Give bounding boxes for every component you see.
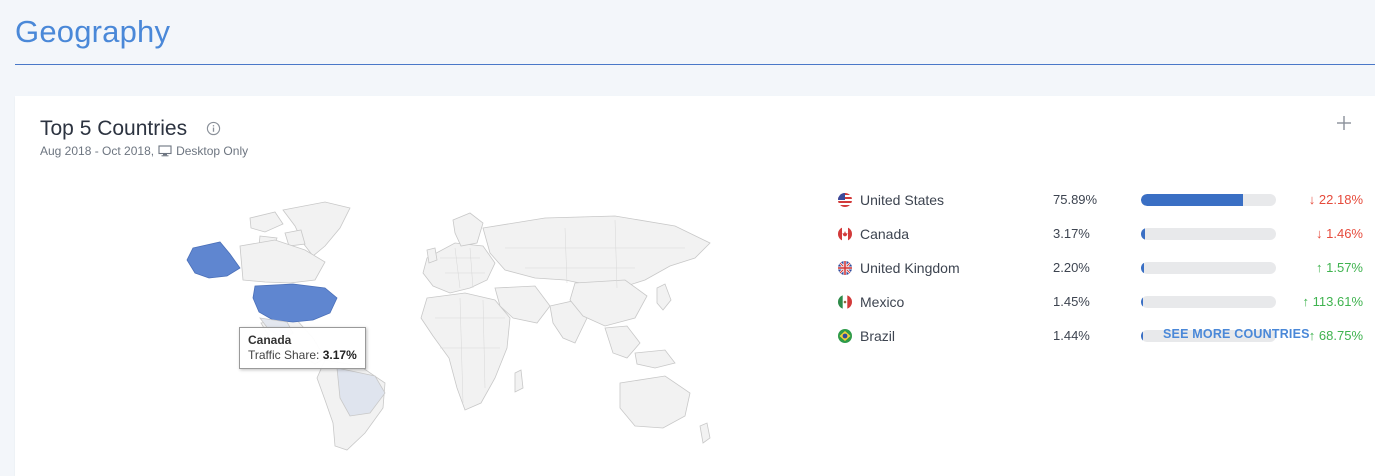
share-bar-fill bbox=[1141, 228, 1146, 240]
country-name[interactable]: United States bbox=[860, 192, 944, 208]
share-bar bbox=[1141, 194, 1276, 206]
russia-asia-shape bbox=[482, 215, 711, 289]
australia-shape bbox=[619, 375, 691, 429]
map-tooltip: Canada Traffic Share: 3.17% bbox=[239, 327, 366, 369]
brazil-flag-icon bbox=[838, 329, 852, 343]
usa-shape bbox=[252, 283, 338, 323]
tooltip-label: Traffic Share: bbox=[248, 348, 320, 362]
card-subtitle: Aug 2018 - Oct 2018, Desktop Only bbox=[40, 144, 248, 158]
traffic-share: 75.89% bbox=[1053, 192, 1098, 207]
country-name[interactable]: Canada bbox=[860, 226, 909, 242]
world-map[interactable] bbox=[165, 188, 715, 458]
tooltip-value: 3.17% bbox=[322, 348, 357, 362]
top-countries-card: Top 5 Countries Aug 2018 - Oct 2018, Des… bbox=[15, 96, 1375, 476]
share-bar bbox=[1141, 228, 1276, 240]
madagascar-shape bbox=[514, 369, 524, 393]
canada-flag-icon bbox=[838, 227, 852, 241]
africa-shape bbox=[420, 292, 511, 411]
device-filter: Desktop Only bbox=[176, 144, 249, 158]
country-row[interactable]: Mexico 1.45% ↑ 113.61% bbox=[823, 290, 1363, 324]
share-bar bbox=[1141, 262, 1276, 274]
share-bar-fill bbox=[1141, 262, 1144, 274]
us-flag-icon bbox=[838, 193, 852, 207]
country-row[interactable]: United Kingdom 2.20% ↑ 1.57% bbox=[823, 256, 1363, 290]
change-value: ↑ 68.75% bbox=[1308, 328, 1363, 343]
canada-shape bbox=[186, 241, 241, 279]
southeast-asia-shape bbox=[604, 325, 676, 369]
traffic-share: 2.20% bbox=[1053, 260, 1090, 275]
country-name[interactable]: United Kingdom bbox=[860, 260, 960, 276]
traffic-share: 1.45% bbox=[1053, 294, 1090, 309]
japan-shape bbox=[656, 283, 672, 311]
share-bar-fill bbox=[1141, 330, 1143, 342]
tooltip-traffic-share: Traffic Share: 3.17% bbox=[248, 348, 357, 363]
change-value: ↓ 22.18% bbox=[1308, 192, 1363, 207]
uk-shape bbox=[426, 247, 438, 264]
country-name[interactable]: Brazil bbox=[860, 328, 895, 344]
page-header: Geography bbox=[15, 0, 1375, 65]
add-button[interactable] bbox=[1335, 114, 1353, 132]
share-bar-fill bbox=[1141, 194, 1244, 206]
page-title: Geography bbox=[15, 14, 171, 49]
uk-flag-icon bbox=[838, 261, 852, 275]
country-row[interactable]: United States 75.89% ↓ 22.18% bbox=[823, 188, 1363, 222]
mexico-flag-icon bbox=[838, 295, 852, 309]
country-row[interactable]: Canada 3.17% ↓ 1.46% bbox=[823, 222, 1363, 256]
date-range: Aug 2018 - Oct 2018, bbox=[40, 144, 155, 158]
country-name[interactable]: Mexico bbox=[860, 294, 904, 310]
desktop-icon bbox=[158, 145, 172, 157]
share-bar bbox=[1141, 296, 1276, 308]
info-icon[interactable] bbox=[206, 121, 221, 136]
tooltip-country: Canada bbox=[248, 333, 292, 347]
share-bar-fill bbox=[1141, 296, 1143, 308]
change-value: ↑ 113.61% bbox=[1302, 294, 1363, 309]
traffic-share: 3.17% bbox=[1053, 226, 1090, 241]
traffic-share: 1.44% bbox=[1053, 328, 1090, 343]
scandinavia-shape bbox=[452, 212, 484, 247]
new-zealand-shape bbox=[699, 422, 711, 444]
see-more-countries-link[interactable]: SEE MORE COUNTRIES bbox=[1163, 327, 1310, 341]
card-title: Top 5 Countries bbox=[40, 117, 188, 140]
change-value: ↑ 1.57% bbox=[1316, 260, 1363, 275]
change-value: ↓ 1.46% bbox=[1316, 226, 1363, 241]
